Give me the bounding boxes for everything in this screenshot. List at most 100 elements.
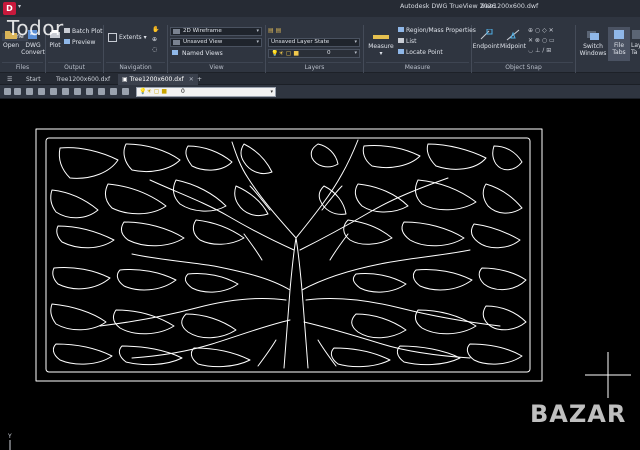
layer-toggle-icons: 💡☀ ▢ ■ xyxy=(271,50,300,57)
layers-group-label: Layers xyxy=(304,64,325,71)
layer-dropdown[interactable]: 💡☀ ▢ ■ 0 ▾ xyxy=(268,49,360,58)
measure-group: Measure ▾ Region/Mass Properties List Loc… xyxy=(364,25,476,73)
snap-tools-row-1[interactable]: ⊕ ○ ◇ ✕ xyxy=(528,27,554,35)
pan-button[interactable]: ✋ xyxy=(152,26,159,34)
batch-plot-button[interactable]: Batch Plot xyxy=(64,28,102,36)
group-separator xyxy=(48,62,101,63)
zoom-previous-icon[interactable] xyxy=(98,88,105,95)
layer-icon[interactable] xyxy=(122,88,129,95)
locate-point-button[interactable]: Locate Point xyxy=(398,49,443,57)
chevron-down-icon: ▾ xyxy=(354,50,357,56)
open-icon[interactable] xyxy=(4,88,11,95)
group-separator xyxy=(106,62,165,63)
measure-group-label: Measure xyxy=(404,64,431,71)
measure-button[interactable]: Measure ▾ xyxy=(368,33,394,57)
publish-icon[interactable] xyxy=(50,88,57,95)
layer-properties-icon[interactable] xyxy=(110,88,117,95)
zoom-realtime-icon[interactable] xyxy=(74,88,81,95)
navigation-group: Extents ▾ ✋ ⊕ ◌ Navigation xyxy=(104,25,168,73)
layer-properties-button[interactable]: ▤ ▤ xyxy=(268,27,281,35)
crosshair-cursor xyxy=(585,352,631,398)
layer-state-value: Unsaved Layer State xyxy=(271,39,330,45)
extents-label: Extents xyxy=(119,34,142,41)
layers-group: ▤ ▤ Unsaved Layer State ▾ 💡☀ ▢ ■ 0 ▾ Lay… xyxy=(266,25,364,73)
file-tab-bar: ☰ Start Tree1200x600.dxf ▣ Tree1200x600.… xyxy=(0,73,640,85)
preview-label: Preview xyxy=(72,39,96,46)
open-label: Open xyxy=(2,42,20,49)
drawing-canvas[interactable]: Todor Y BAZAR xyxy=(0,16,640,450)
object-snap-group-label: Object Snap xyxy=(505,64,542,71)
switch-windows-button[interactable]: Switch Windows xyxy=(578,29,608,57)
snap-tool-icons: ◡ ⊥ ∕ ⊞ xyxy=(528,47,552,54)
group-separator xyxy=(170,62,263,63)
extents-button[interactable]: Extents ▾ xyxy=(108,33,147,42)
endpoint-icon xyxy=(480,29,493,40)
plot-label: Plot xyxy=(49,42,61,49)
title-bar: D ▾ Autodesk DWG TrueView 2026 Tree1200x… xyxy=(0,0,640,17)
new-tab-button[interactable]: + xyxy=(193,74,206,85)
batch-plot-label: Batch Plot xyxy=(72,28,103,35)
midpoint-label: Midpoint xyxy=(500,43,526,50)
ribbon: Home Open DWG Convert Files Plot Batch P… xyxy=(0,17,640,73)
chevron-down-icon[interactable]: ▾ xyxy=(18,3,21,10)
region-mass-label: Region/Mass Properties xyxy=(406,27,476,34)
application-menu-button[interactable]: D xyxy=(3,2,16,15)
layout-tabs-toggle[interactable]: Layout Ta xyxy=(631,29,640,56)
layer-state-dropdown[interactable]: Unsaved Layer State ▾ xyxy=(268,38,360,47)
layer-combo-value: 0 xyxy=(181,88,185,95)
visual-style-dropdown[interactable]: 2D Wireframe ▾ xyxy=(170,27,262,36)
endpoint-snap-button[interactable]: Endpoint xyxy=(472,29,500,50)
document-title: Tree1200x600.dwf xyxy=(480,3,539,10)
batch-plot-icon[interactable] xyxy=(26,88,33,95)
locate-point-icon xyxy=(398,49,404,54)
file-tab-icon: ▣ xyxy=(122,76,130,83)
file-tabs-label: File Tabs xyxy=(612,42,626,56)
file-tabs-toggle[interactable]: File Tabs xyxy=(608,27,630,61)
file-tabs-icon xyxy=(614,30,624,39)
layer-state-icons: 💡☀ ▢ ■ xyxy=(139,88,168,95)
preview-icon[interactable] xyxy=(38,88,45,95)
tab-file-2[interactable]: ▣ Tree1200x600.dxf ✕ xyxy=(118,74,198,85)
zoom-icon: ⊕ xyxy=(152,36,158,43)
named-views-button[interactable]: Named Views xyxy=(172,50,223,58)
snap-tool-icons: ⊕ ○ ◇ ✕ xyxy=(528,27,554,34)
plot-icon[interactable] xyxy=(14,88,21,95)
region-icon xyxy=(398,27,404,32)
inner-frame xyxy=(45,137,531,373)
preview-button[interactable]: Preview xyxy=(64,39,95,47)
zoom-window-icon[interactable] xyxy=(86,88,93,95)
extents-icon xyxy=(108,33,117,42)
switch-windows-label-2: Windows xyxy=(579,50,607,57)
measure-label: Measure xyxy=(368,43,394,50)
group-separator xyxy=(2,62,43,63)
dwg-convert-label-2: Convert xyxy=(21,49,45,56)
watermark-name: Todor xyxy=(7,16,64,40)
endpoint-label: Endpoint xyxy=(472,43,500,50)
view-group: 2D Wireframe ▾ Unsaved View ▾ Named View… xyxy=(168,25,266,73)
midpoint-snap-button[interactable]: Midpoint xyxy=(500,29,526,50)
layer-combo[interactable]: 💡☀ ▢ ■ 0 ▾ xyxy=(136,87,276,97)
zoom-button[interactable]: ⊕ xyxy=(152,36,157,44)
group-separator xyxy=(268,62,361,63)
layout-tabs-label: Layout Ta xyxy=(631,42,640,56)
layout-tabs-icon xyxy=(632,30,640,39)
saved-view-dropdown[interactable]: Unsaved View ▾ xyxy=(170,38,262,47)
plus-icon: + xyxy=(197,76,203,83)
chevron-down-icon: ▾ xyxy=(256,28,259,34)
visual-style-icon xyxy=(173,29,180,34)
tab-file-1[interactable]: Tree1200x600.dxf xyxy=(52,74,114,85)
snap-tool-icons: ✕ ⊗ ○ ▭ xyxy=(528,37,555,44)
object-snap-group: Endpoint Midpoint ⊕ ○ ◇ ✕ ✕ ⊗ ○ ▭ ◡ ⊥ ∕ … xyxy=(472,25,576,73)
pan-icon[interactable] xyxy=(62,88,69,95)
list-button[interactable]: List xyxy=(398,38,417,46)
orbit-button[interactable]: ◌ xyxy=(152,46,157,54)
tab-start[interactable]: Start xyxy=(22,74,45,85)
snap-tools-row-2[interactable]: ✕ ⊗ ○ ▭ xyxy=(528,37,555,45)
user-interface-group: Switch Windows File Tabs Layout Ta xyxy=(576,25,640,73)
quick-access-toolbar: 💡☀ ▢ ■ 0 ▾ xyxy=(0,85,640,99)
files-group-label: Files xyxy=(15,64,30,71)
navigation-group-label: Navigation xyxy=(119,64,152,71)
region-mass-button[interactable]: Region/Mass Properties xyxy=(398,27,476,35)
hamburger-menu-button[interactable]: ☰ xyxy=(3,74,16,85)
snap-tools-row-3[interactable]: ◡ ⊥ ∕ ⊞ xyxy=(528,47,551,55)
